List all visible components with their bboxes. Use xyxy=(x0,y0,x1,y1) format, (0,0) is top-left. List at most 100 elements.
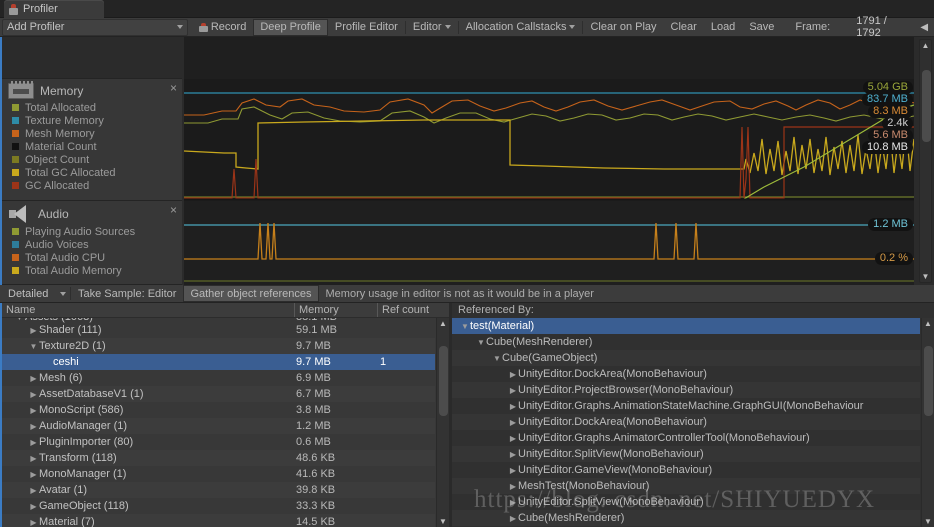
legend-item[interactable]: Material Count xyxy=(12,140,182,153)
legend-item[interactable]: Object Count xyxy=(12,153,182,166)
fold-triangle-icon[interactable]: ▼ xyxy=(476,338,486,347)
legend-item[interactable]: Total Allocated xyxy=(12,101,182,114)
list-item[interactable]: ▶ UnityEditor.GameView(MonoBehaviour) xyxy=(452,462,920,478)
table-row[interactable]: ▶ Mesh (6) 6.9 MB xyxy=(2,370,435,386)
fold-triangle-icon[interactable]: ▶ xyxy=(508,514,518,523)
list-item[interactable]: ▶ UnityEditor.DockArea(MonoBehaviour) xyxy=(452,366,920,382)
close-icon[interactable]: × xyxy=(170,203,177,217)
scroll-up-arrow-icon[interactable]: ▲ xyxy=(920,40,931,51)
editor-dropdown[interactable]: Editor xyxy=(406,19,458,36)
fold-triangle-icon[interactable]: ▼ xyxy=(492,354,502,363)
scrollbar-thumb[interactable] xyxy=(924,346,933,416)
frame-prev-button[interactable]: ◀ xyxy=(914,22,934,33)
row-name: Texture2D (1) xyxy=(39,340,106,352)
add-profiler-dropdown[interactable]: Add Profiler xyxy=(2,18,188,36)
list-item[interactable]: ▶ UnityEditor.SplitView(MonoBehaviour) xyxy=(452,494,920,510)
list-item[interactable]: ▶ UnityEditor.Graphs.AnimatorControllerT… xyxy=(452,430,920,446)
audio-graph-plot[interactable]: 1.2 MB 0.2 % xyxy=(184,201,914,285)
legend-item[interactable]: Playing Audio Sources xyxy=(12,225,182,238)
clear-on-play-button[interactable]: Clear on Play xyxy=(583,19,663,36)
graph-plot-empty[interactable] xyxy=(184,37,914,79)
fold-triangle-icon[interactable]: ▶ xyxy=(508,482,518,491)
fold-triangle-icon[interactable]: ▶ xyxy=(28,502,39,511)
fold-triangle-icon[interactable]: ▶ xyxy=(508,434,518,443)
fold-triangle-icon[interactable]: ▶ xyxy=(508,402,518,411)
list-item[interactable]: ▶ MeshTest(MonoBehaviour) xyxy=(452,478,920,494)
scrollbar-thumb[interactable] xyxy=(922,70,931,142)
table-row[interactable]: ▶ Shader (111) 59.1 MB xyxy=(2,322,435,338)
fold-triangle-icon[interactable]: ▶ xyxy=(28,422,39,431)
fold-triangle-icon[interactable]: ▶ xyxy=(508,386,518,395)
graph-area-scrollbar[interactable]: ▲ ▼ xyxy=(919,39,932,283)
close-icon[interactable]: × xyxy=(170,81,177,95)
fold-triangle-icon[interactable]: ▶ xyxy=(28,518,39,527)
fold-triangle-icon[interactable]: ▶ xyxy=(28,390,39,399)
list-item[interactable]: ▶ UnityEditor.ProjectBrowser(MonoBehavio… xyxy=(452,382,920,398)
gather-object-references-toggle[interactable]: Gather object references xyxy=(183,285,319,302)
fold-triangle-icon[interactable]: ▶ xyxy=(508,498,518,507)
legend-item[interactable]: Total Audio Memory xyxy=(12,264,182,277)
scrollbar-thumb[interactable] xyxy=(439,346,448,416)
scroll-up-arrow-icon[interactable]: ▲ xyxy=(922,318,934,329)
allocation-callstacks-dropdown[interactable]: Allocation Callstacks xyxy=(459,19,583,36)
table-row-selected[interactable]: ceshi 9.7 MB 1 xyxy=(2,354,435,370)
table-row[interactable]: ▶ GameObject (118) 33.3 KB xyxy=(2,498,435,514)
clear-button[interactable]: Clear xyxy=(664,19,704,36)
fold-triangle-icon[interactable]: ▼ xyxy=(460,322,470,331)
fold-triangle-icon[interactable]: ▼ xyxy=(14,318,25,322)
fold-triangle-icon[interactable]: ▼ xyxy=(28,342,39,351)
fold-triangle-icon[interactable]: ▶ xyxy=(28,406,39,415)
list-item[interactable]: ▶ UnityEditor.Graphs.AnimationStateMachi… xyxy=(452,398,920,414)
column-header-name[interactable]: Name xyxy=(2,303,294,317)
legend-item[interactable]: GC Allocated xyxy=(12,179,182,192)
legend-item[interactable]: Total GC Allocated xyxy=(12,166,182,179)
list-item[interactable]: ▼ Cube(GameObject) xyxy=(452,350,920,366)
memory-table-scrollbar[interactable]: ▲ ▼ xyxy=(436,318,449,527)
record-button[interactable]: Record xyxy=(192,19,253,36)
list-item[interactable]: ▶ UnityEditor.DockArea(MonoBehaviour) xyxy=(452,414,920,430)
fold-triangle-icon[interactable]: ▶ xyxy=(28,438,39,447)
list-item[interactable]: ▼ Cube(MeshRenderer) xyxy=(452,334,920,350)
load-button[interactable]: Load xyxy=(704,19,742,36)
fold-triangle-icon[interactable]: ▶ xyxy=(28,486,39,495)
fold-triangle-icon[interactable]: ▶ xyxy=(28,470,39,479)
fold-triangle-icon[interactable]: ▶ xyxy=(28,454,39,463)
fold-triangle-icon[interactable]: ▶ xyxy=(28,326,39,335)
tab-profiler[interactable]: Profiler xyxy=(4,0,104,18)
column-header-memory[interactable]: Memory xyxy=(295,303,377,317)
fold-triangle-icon[interactable]: ▶ xyxy=(508,466,518,475)
legend-item[interactable]: Audio Voices xyxy=(12,238,182,251)
table-row[interactable]: ▶ Transform (118) 48.6 KB xyxy=(2,450,435,466)
fold-triangle-icon[interactable]: ▶ xyxy=(28,374,39,383)
fold-triangle-icon[interactable]: ▶ xyxy=(508,418,518,427)
save-button[interactable]: Save xyxy=(742,19,781,36)
scroll-down-arrow-icon[interactable]: ▼ xyxy=(437,516,449,527)
detailed-dropdown[interactable]: Detailed xyxy=(4,285,70,302)
table-row[interactable]: ▶ MonoScript (586) 3.8 MB xyxy=(2,402,435,418)
memory-graph-plot[interactable]: 5.04 GB 83.7 MB 8.3 MB 2.4k 5.6 MB 10.8 … xyxy=(184,79,914,201)
scroll-down-arrow-icon[interactable]: ▼ xyxy=(922,516,934,527)
legend-swatch xyxy=(12,143,19,150)
table-row[interactable]: ▶ PluginImporter (80) 0.6 MB xyxy=(2,434,435,450)
scroll-down-arrow-icon[interactable]: ▼ xyxy=(920,271,931,282)
table-row[interactable]: ▶ MonoManager (1) 41.6 KB xyxy=(2,466,435,482)
list-item[interactable]: ▶ UnityEditor.SplitView(MonoBehaviour) xyxy=(452,446,920,462)
referenced-by-scrollbar[interactable]: ▲ ▼ xyxy=(921,318,934,527)
take-sample-button[interactable]: Take Sample: Editor xyxy=(71,285,183,302)
table-row[interactable]: ▶ AudioManager (1) 1.2 MB xyxy=(2,418,435,434)
deep-profile-button[interactable]: Deep Profile xyxy=(253,18,328,36)
table-row[interactable]: ▶ AssetDatabaseV1 (1) 6.7 MB xyxy=(2,386,435,402)
table-row[interactable]: ▶ Material (7) 14.5 KB xyxy=(2,514,435,527)
list-item[interactable]: ▶ Cube(MeshRenderer) xyxy=(452,510,920,526)
legend-item[interactable]: Texture Memory xyxy=(12,114,182,127)
table-row[interactable]: ▶ Avatar (1) 39.8 KB xyxy=(2,482,435,498)
profile-editor-button[interactable]: Profile Editor xyxy=(328,19,405,36)
list-item-selected[interactable]: ▼ test(Material) xyxy=(452,318,920,334)
scroll-up-arrow-icon[interactable]: ▲ xyxy=(437,318,449,329)
fold-triangle-icon[interactable]: ▶ xyxy=(508,450,518,459)
fold-triangle-icon[interactable]: ▶ xyxy=(508,370,518,379)
legend-item[interactable]: Total Audio CPU xyxy=(12,251,182,264)
table-row[interactable]: ▼ Texture2D (1) 9.7 MB xyxy=(2,338,435,354)
legend-item[interactable]: Mesh Memory xyxy=(12,127,182,140)
column-header-refcount[interactable]: Ref count xyxy=(378,303,448,317)
